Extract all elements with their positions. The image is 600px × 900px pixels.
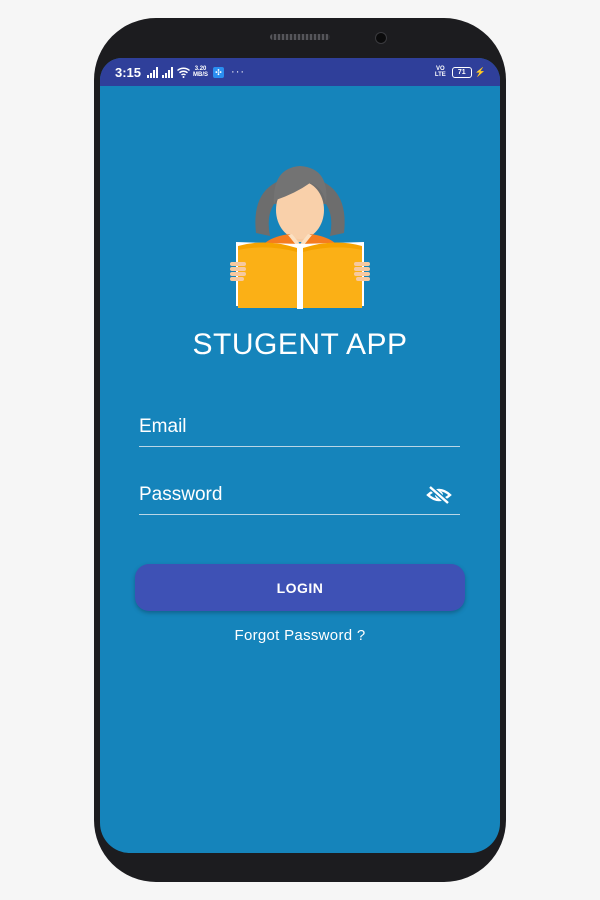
password-field-container [139,476,460,515]
signal-icon [147,66,159,78]
battery-icon: 71 [451,66,472,78]
app-screen: 3:15 3.20 MB/S ✣ ··· VO LTE 71 ⚡ STUGENT… [100,58,500,853]
phone-frame: 3:15 3.20 MB/S ✣ ··· VO LTE 71 ⚡ STUGENT… [94,18,506,882]
password-input[interactable] [139,482,409,508]
student-reading-book-icon [230,166,370,309]
front-camera [376,33,386,43]
volte-bottom: LTE [434,72,446,78]
earpiece [270,34,330,40]
vpn-icon: ✣ [213,66,225,78]
volte-indicator: VO LTE [435,66,446,78]
more-notifications-icon: ··· [231,66,246,78]
forgot-password-link[interactable]: Forgot Password ? [100,627,500,644]
email-input[interactable] [139,414,409,440]
charging-icon: ⚡ [474,66,486,77]
net-speed-unit: MB/S [193,72,209,78]
wifi-icon [177,66,191,78]
email-field-container [139,408,460,447]
signal-icon-2 [162,66,174,78]
network-speed: 3.20 MB/S [193,66,208,78]
battery-level: 71 [457,68,466,76]
login-button[interactable]: LOGIN [135,564,465,611]
status-bar: 3:15 3.20 MB/S ✣ ··· VO LTE 71 ⚡ [100,58,500,86]
status-time: 3:15 [115,64,142,80]
app-title: STUGENT APP [192,328,408,361]
eye-off-icon[interactable] [426,484,452,506]
